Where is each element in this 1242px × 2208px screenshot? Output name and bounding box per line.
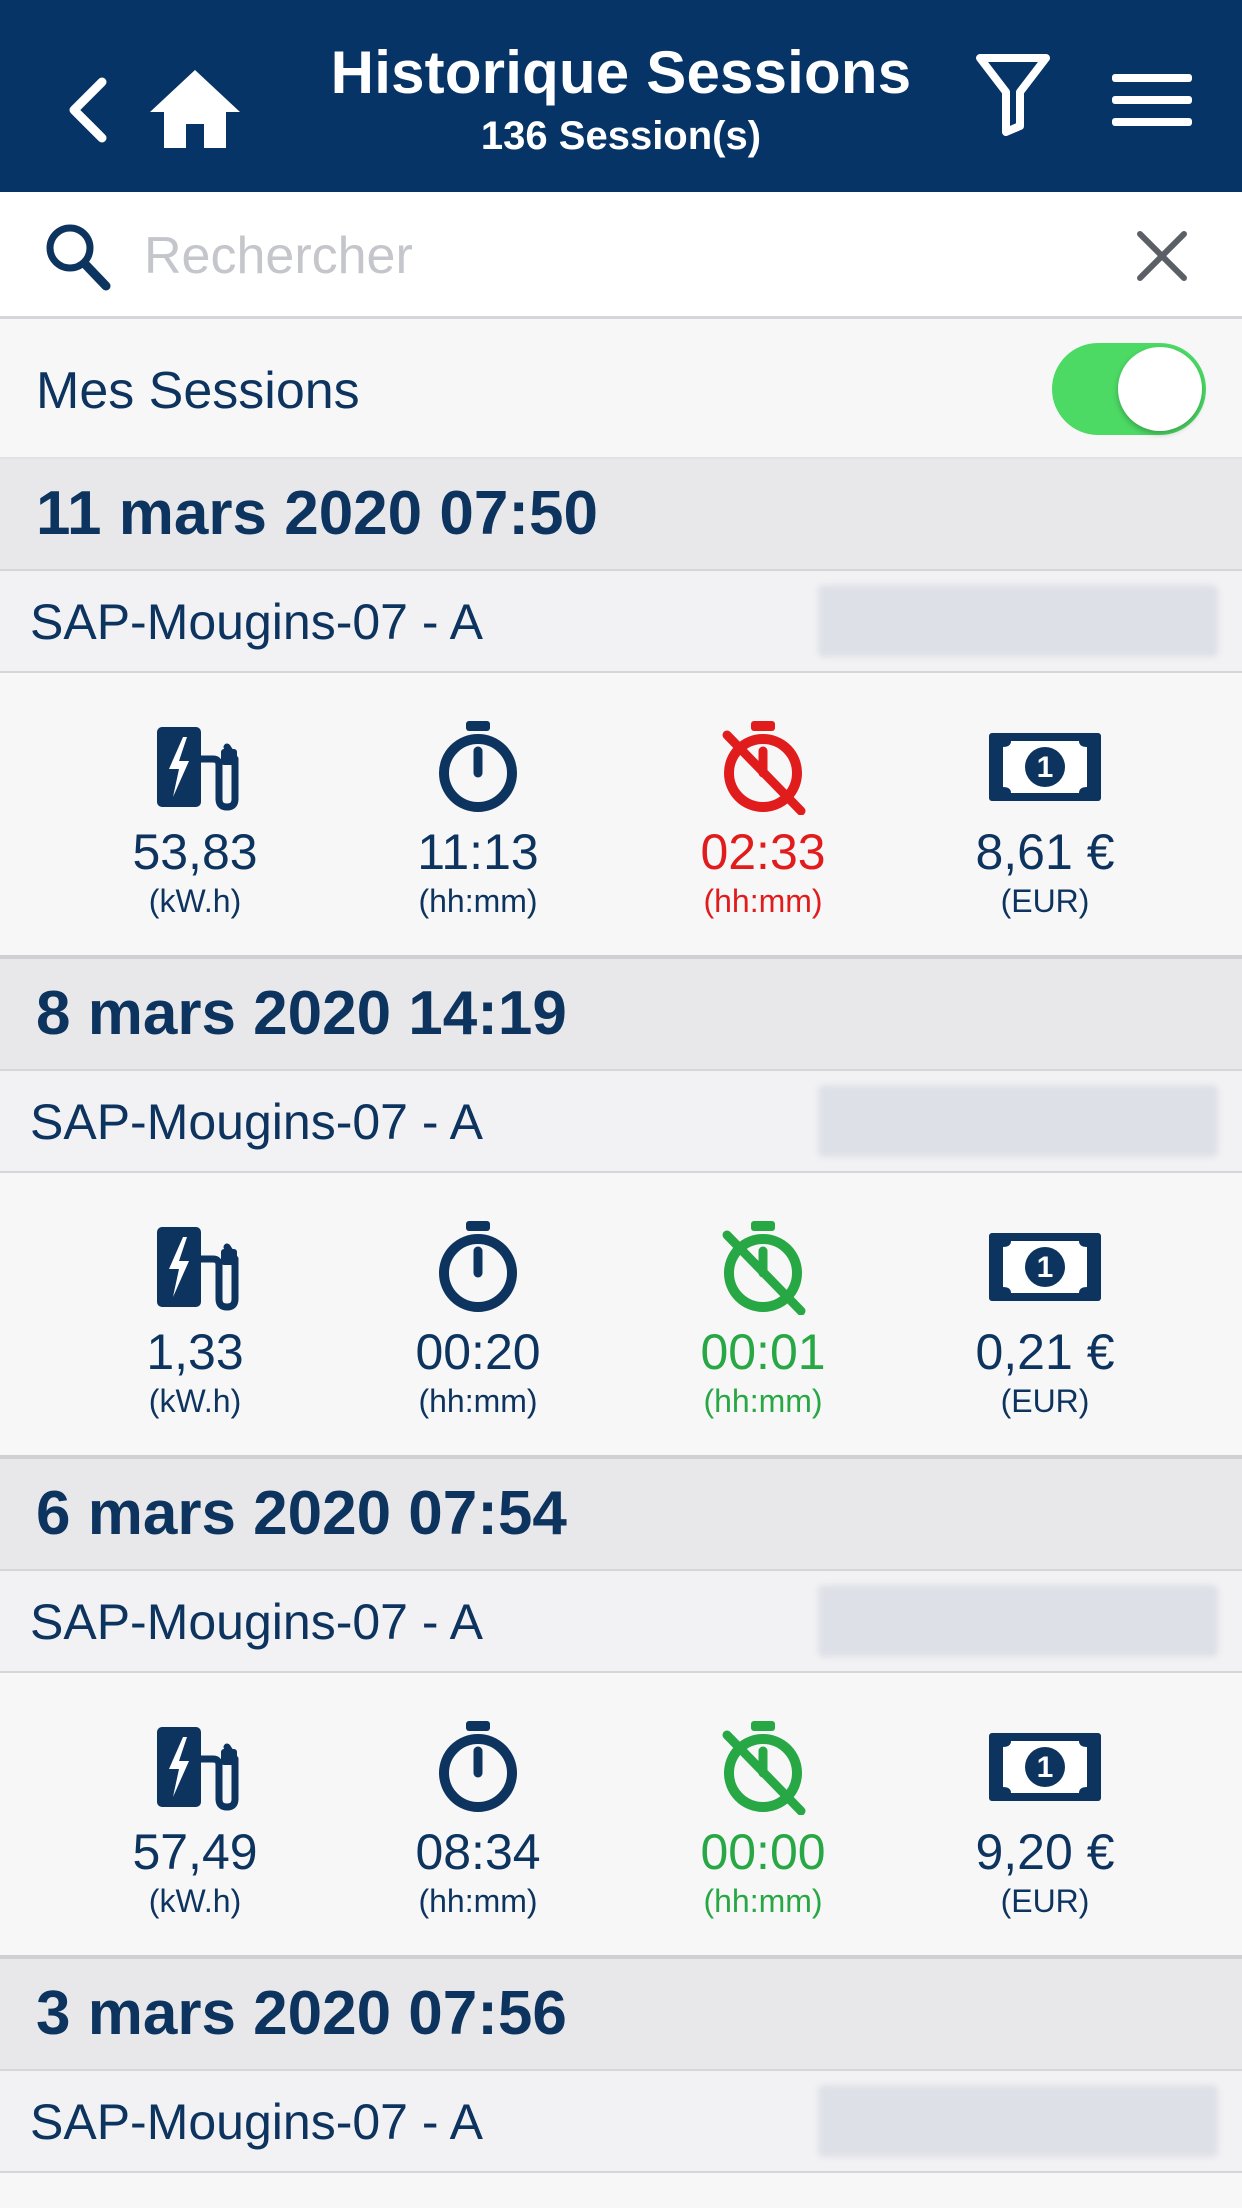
charging-station-icon [157, 727, 239, 811]
energy-value: 1,33 [146, 1324, 244, 1380]
cost-unit: (EUR) [1000, 1883, 1090, 1919]
station-row: SAP-Mougins-07 - A [0, 571, 1242, 673]
cost-unit: (EUR) [1000, 1383, 1090, 1419]
duration-unit: (hh:mm) [418, 1883, 538, 1919]
search-icon [46, 224, 111, 291]
my-sessions-row: Mes Sessions [0, 319, 1242, 459]
idle-stopwatch-off-icon [722, 1221, 806, 1315]
duration-value: 08:34 [415, 1824, 541, 1880]
page-title: Historique Sessions [330, 39, 912, 106]
charging-station-icon [157, 1227, 239, 1311]
duration-metric: 11:13 (hh:mm) [358, 719, 598, 921]
session-metrics: 57,49 (kW.h) 08:34 (hh:mm) 00:00 (hh:mm) [0, 1673, 1242, 1955]
filter-icon[interactable] [974, 52, 1052, 136]
energy-value: 57,49 [132, 1824, 258, 1880]
duration-unit: (hh:mm) [418, 883, 538, 919]
hamburger-menu-icon[interactable] [1110, 72, 1194, 128]
session-metrics: 1,33 (kW.h) 00:20 (hh:mm) 00:01 (hh:mm) [0, 1173, 1242, 1455]
cost-unit: (EUR) [1000, 883, 1090, 919]
session-date: 8 mars 2020 14:19 [0, 955, 1242, 1071]
toggle-knob [1118, 347, 1202, 431]
idle-metric: 02:33 (hh:mm) [643, 719, 883, 921]
station-name: SAP-Mougins-07 - A [30, 1094, 483, 1150]
idle-unit: (hh:mm) [703, 1883, 823, 1919]
session-date: 6 mars 2020 07:54 [0, 1455, 1242, 1571]
cost-metric: 1 8,61 € (EUR) [925, 719, 1165, 921]
cost-metric: 1 0,21 € (EUR) [925, 1219, 1165, 1421]
svg-text:1: 1 [1037, 1251, 1054, 1284]
svg-text:1: 1 [1037, 751, 1054, 784]
redacted-field [818, 1585, 1218, 1657]
session-date: 3 mars 2020 07:56 [0, 1955, 1242, 2071]
idle-metric: 00:01 (hh:mm) [643, 1219, 883, 1421]
energy-metric: 1,33 (kW.h) [75, 1219, 315, 1421]
cost-value: 8,61 € [975, 824, 1115, 880]
energy-unit: (kW.h) [148, 1883, 242, 1919]
idle-unit: (hh:mm) [703, 883, 823, 919]
banknote-icon: 1 [989, 733, 1101, 801]
energy-unit: (kW.h) [148, 1383, 242, 1419]
duration-value: 11:13 [417, 824, 539, 880]
energy-unit: (kW.h) [148, 883, 242, 919]
station-row: SAP-Mougins-07 - A [0, 2071, 1242, 2173]
session-metrics: 53,83 (kW.h) 11:13 (hh:mm) 02:33 (hh:mm) [0, 673, 1242, 955]
session-item[interactable]: 3 mars 2020 07:56 SAP-Mougins-07 - A [0, 1955, 1242, 2173]
stopwatch-icon [439, 1721, 517, 1812]
my-sessions-label: Mes Sessions [36, 362, 360, 420]
idle-stopwatch-off-icon [722, 1721, 806, 1815]
svg-text:1: 1 [1037, 1751, 1054, 1784]
energy-metric: 57,49 (kW.h) [75, 1719, 315, 1921]
duration-value: 00:20 [415, 1324, 541, 1380]
charging-station-icon [157, 1727, 239, 1811]
idle-stopwatch-off-icon [722, 721, 806, 815]
session-item[interactable]: 6 mars 2020 07:54 SAP-Mougins-07 - A 57,… [0, 1455, 1242, 1955]
energy-metric: 53,83 (kW.h) [75, 719, 315, 921]
session-date: 11 mars 2020 07:50 [0, 459, 1242, 571]
energy-value: 53,83 [132, 824, 258, 880]
idle-unit: (hh:mm) [703, 1383, 823, 1419]
clear-search-icon[interactable] [1134, 228, 1190, 284]
duration-metric: 00:20 (hh:mm) [358, 1219, 598, 1421]
stopwatch-icon [439, 1221, 517, 1312]
cost-value: 9,20 € [975, 1824, 1115, 1880]
duration-metric: 08:34 (hh:mm) [358, 1719, 598, 1921]
cost-metric: 1 9,20 € (EUR) [925, 1719, 1165, 1921]
banknote-icon: 1 [989, 1233, 1101, 1301]
redacted-field [818, 585, 1218, 657]
session-item[interactable]: 11 mars 2020 07:50 SAP-Mougins-07 - A 53… [0, 459, 1242, 955]
session-count: 136 Session(s) [480, 114, 762, 158]
redacted-field [818, 2085, 1218, 2157]
redacted-field [818, 1085, 1218, 1157]
my-sessions-toggle[interactable] [1052, 343, 1206, 435]
idle-value: 00:00 [700, 1824, 826, 1880]
banknote-icon: 1 [989, 1733, 1101, 1801]
stopwatch-icon [439, 721, 517, 812]
search-input[interactable] [142, 220, 1096, 292]
cost-value: 0,21 € [975, 1324, 1115, 1380]
nav-bar: Historique Sessions 136 Session(s) [0, 0, 1242, 192]
station-name: SAP-Mougins-07 - A [30, 594, 483, 650]
station-row: SAP-Mougins-07 - A [0, 1071, 1242, 1173]
station-row: SAP-Mougins-07 - A [0, 1571, 1242, 1673]
station-name: SAP-Mougins-07 - A [30, 1594, 483, 1650]
idle-value: 02:33 [700, 824, 826, 880]
search-bar [0, 192, 1242, 319]
idle-metric: 00:00 (hh:mm) [643, 1719, 883, 1921]
station-name: SAP-Mougins-07 - A [30, 2094, 483, 2150]
idle-value: 00:01 [700, 1324, 826, 1380]
session-item[interactable]: 8 mars 2020 14:19 SAP-Mougins-07 - A 1,3… [0, 955, 1242, 1455]
duration-unit: (hh:mm) [418, 1383, 538, 1419]
